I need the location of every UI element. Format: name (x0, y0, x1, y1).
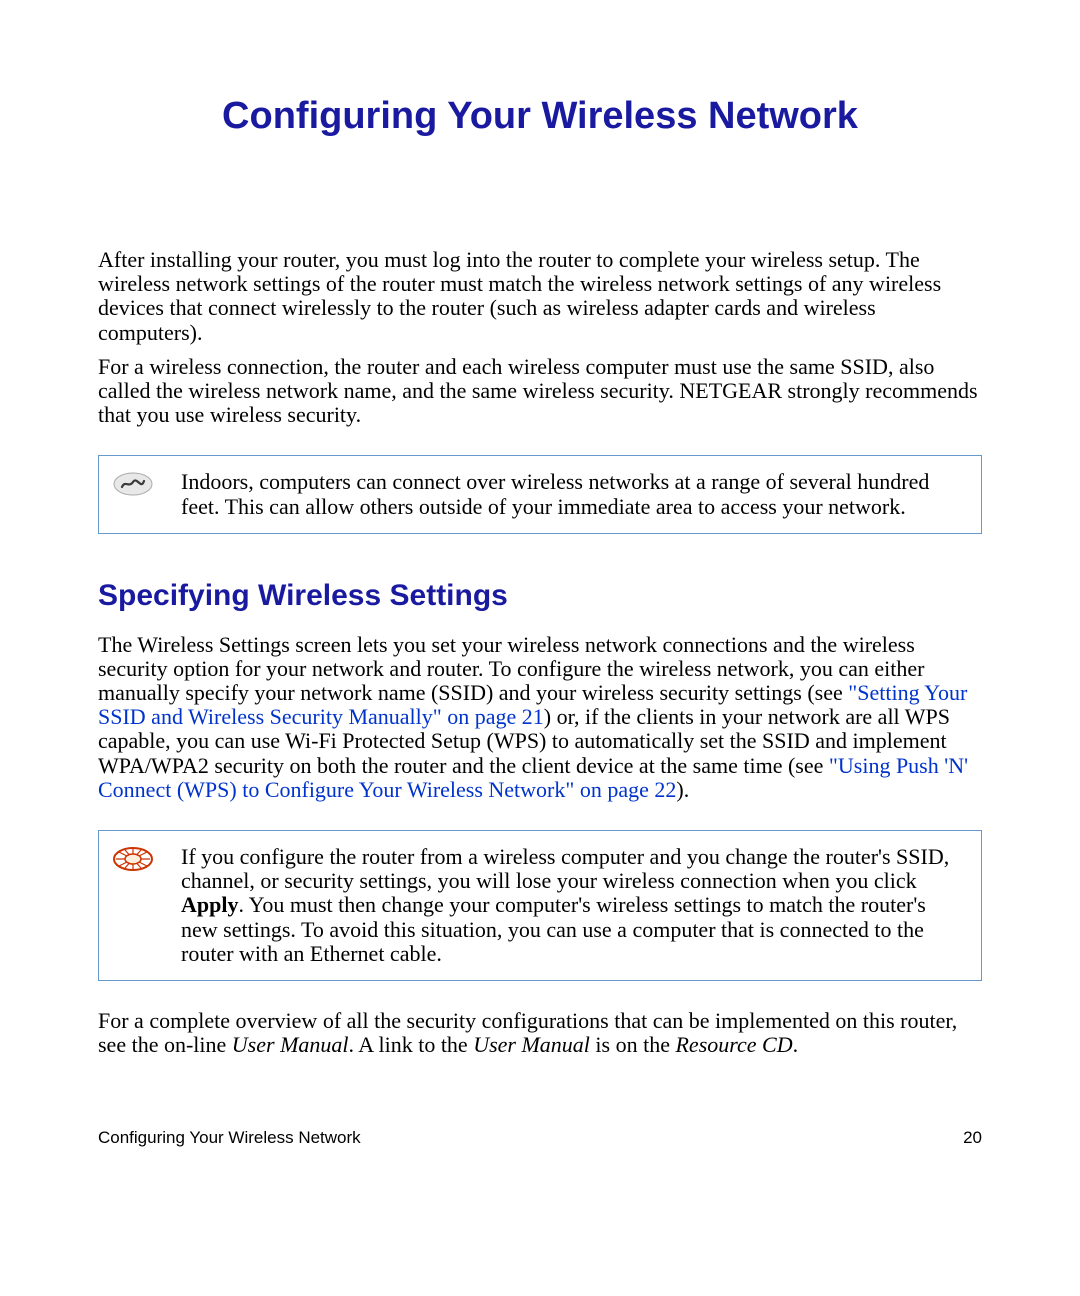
p3-text-c: ). (676, 777, 689, 802)
page-footer: Configuring Your Wireless Network 20 (98, 1128, 982, 1148)
page: Configuring Your Wireless Network After … (0, 0, 1080, 1296)
note2-text-b: . You must then change your computer's w… (181, 892, 926, 965)
note2-text-a: If you configure the router from a wirel… (181, 844, 949, 893)
note-callout-1: Indoors, computers can connect over wire… (98, 455, 982, 533)
apply-bold: Apply (181, 892, 238, 917)
warning-callout: If you configure the router from a wirel… (98, 830, 982, 981)
p4-text-c: is on the (590, 1032, 676, 1057)
warning-icon (113, 847, 153, 876)
user-manual-2: User Manual (473, 1032, 590, 1057)
page-title: Configuring Your Wireless Network (98, 95, 982, 138)
note-text-1: Indoors, computers can connect over wire… (181, 470, 967, 518)
footer-page-number: 20 (963, 1128, 982, 1148)
paragraph-4: For a complete overview of all the secur… (98, 1009, 982, 1057)
resource-cd: Resource CD (675, 1032, 792, 1057)
paragraph-1: After installing your router, you must l… (98, 248, 982, 345)
p3-text-a: The Wireless Settings screen lets you se… (98, 632, 924, 705)
note-icon (113, 472, 153, 501)
paragraph-3: The Wireless Settings screen lets you se… (98, 633, 982, 802)
p4-text-b: . A link to the (349, 1032, 474, 1057)
footer-left: Configuring Your Wireless Network (98, 1128, 361, 1148)
p4-text-d: . (793, 1032, 799, 1057)
section-heading: Specifying Wireless Settings (98, 579, 982, 613)
warning-text: If you configure the router from a wirel… (181, 845, 967, 966)
user-manual-1: User Manual (232, 1032, 349, 1057)
paragraph-2: For a wireless connection, the router an… (98, 355, 982, 428)
